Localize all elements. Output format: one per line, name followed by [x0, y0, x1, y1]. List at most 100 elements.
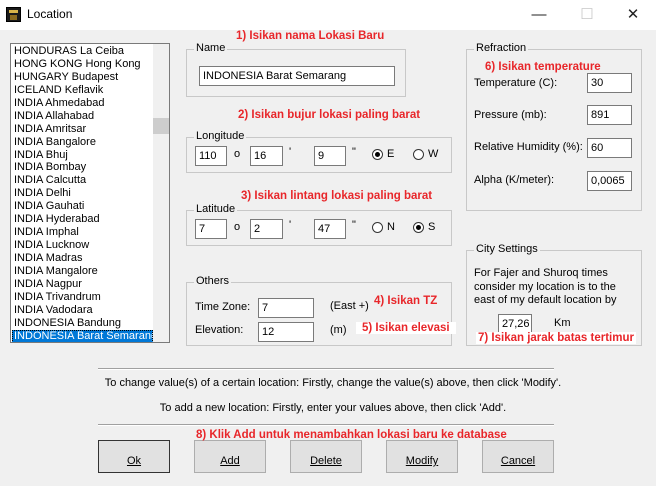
- separator-top: [98, 368, 554, 370]
- latitude-second-symbol: ": [352, 219, 356, 231]
- city-settings-group-label: City Settings: [474, 243, 540, 255]
- name-input[interactable]: INDONESIA Barat Semarang: [199, 66, 395, 86]
- east-distance-input[interactable]: 27,26: [498, 314, 532, 334]
- annotation-6: 6) Isikan temperature: [485, 61, 601, 73]
- close-icon[interactable]: ✕: [610, 0, 656, 30]
- latitude-degree-symbol: o: [234, 221, 241, 233]
- east-distance-unit: Km: [554, 317, 571, 329]
- ok-button[interactable]: Ok: [98, 440, 170, 473]
- longitude-minute-symbol: ': [289, 146, 292, 158]
- elevation-unit: (m): [330, 324, 347, 336]
- latitude-minutes-input[interactable]: 2: [250, 219, 283, 239]
- longitude-second-symbol: ": [352, 146, 356, 158]
- add-button[interactable]: Add: [194, 440, 266, 473]
- latitude-south-label: S: [428, 221, 436, 233]
- list-item[interactable]: INDIA Trivandrum: [12, 291, 153, 304]
- others-group: Others: [186, 275, 452, 346]
- humidity-input[interactable]: 60: [587, 138, 632, 158]
- list-item[interactable]: HONG KONG Hong Kong: [12, 58, 153, 71]
- list-item[interactable]: INDIA Bhuj: [12, 149, 153, 162]
- alpha-input[interactable]: 0,0065: [587, 171, 632, 191]
- ok-button-label: Ok: [126, 455, 142, 467]
- list-item[interactable]: INDIA Bangalore: [12, 136, 153, 149]
- longitude-east-label: E: [387, 148, 395, 160]
- annotation-3: 3) Isikan lintang lokasi paling barat: [241, 190, 433, 202]
- separator-bottom: [98, 424, 554, 426]
- latitude-seconds-input[interactable]: 47: [314, 219, 346, 239]
- pressure-input[interactable]: 891: [587, 105, 632, 125]
- list-item[interactable]: ICELAND Keflavik: [12, 84, 153, 97]
- list-item[interactable]: HUNGARY Budapest: [12, 71, 153, 84]
- latitude-group-label: Latitude: [194, 203, 238, 215]
- city-settings-line-2: consider my location is to the: [474, 280, 616, 293]
- list-item[interactable]: INDIA Madras: [12, 252, 153, 265]
- delete-button-label: Delete: [310, 455, 342, 467]
- pressure-label: Pressure (mb):: [474, 109, 547, 121]
- window-title: Location: [27, 7, 73, 21]
- list-scrollbar[interactable]: [153, 44, 169, 342]
- list-scroll-thumb[interactable]: [153, 118, 169, 134]
- latitude-south-radio[interactable]: [413, 222, 424, 233]
- list-item[interactable]: INDONESIA Bandung: [12, 317, 153, 330]
- add-instructions: To add a new location: Firstly, enter yo…: [159, 402, 507, 414]
- list-item[interactable]: INDIA Delhi: [12, 187, 153, 200]
- list-item[interactable]: INDIA Vadodara: [12, 304, 153, 317]
- modify-instructions: To change value(s) of a certain location…: [104, 377, 562, 389]
- location-listbox[interactable]: HONDURAS La Ceiba HONG KONG Hong Kong HUNG…: [10, 43, 170, 343]
- cancel-button[interactable]: Cancel: [482, 440, 554, 473]
- city-settings-line-1: For Fajer and Shuroq times: [474, 267, 608, 279]
- city-settings-description: For Fajer and Shuroq times consider my l…: [474, 267, 616, 308]
- delete-button[interactable]: Delete: [290, 440, 362, 473]
- annotation-7: 7) Isikan jarak batas tertimur: [476, 332, 636, 344]
- list-item[interactable]: INDIA Bombay: [12, 161, 153, 174]
- latitude-north-radio[interactable]: [372, 222, 383, 233]
- longitude-degrees-input[interactable]: 110: [195, 146, 227, 166]
- longitude-degree-symbol: o: [234, 148, 241, 160]
- temperature-label: Temperature (C):: [474, 77, 558, 89]
- annotation-8: 8) Klik Add untuk menambahkan lokasi bar…: [196, 429, 507, 441]
- longitude-west-radio[interactable]: [413, 149, 424, 160]
- maximize-icon: ☐: [580, 6, 594, 23]
- title-bar: Location — ☐ ✕: [0, 0, 656, 31]
- minimize-icon[interactable]: —: [516, 0, 562, 30]
- refraction-group-label: Refraction: [474, 42, 529, 54]
- list-item[interactable]: HONDURAS La Ceiba: [12, 45, 153, 58]
- modify-button-label: Modify: [405, 455, 439, 467]
- elevation-input[interactable]: 12: [258, 322, 314, 342]
- cancel-button-label: Cancel: [500, 455, 536, 467]
- city-settings-line-3: east of my default location by: [474, 294, 617, 306]
- list-item[interactable]: INDIA Calcutta: [12, 174, 153, 187]
- latitude-minute-symbol: ': [289, 219, 292, 231]
- alpha-label: Alpha (K/meter):: [474, 174, 555, 186]
- latitude-north-label: N: [387, 221, 395, 233]
- list-item[interactable]: INDONESIA Barat Semarang: [12, 329, 153, 342]
- list-item[interactable]: INDIA Imphal: [12, 226, 153, 239]
- list-item[interactable]: INDIA Gauhati: [12, 200, 153, 213]
- temperature-input[interactable]: 30: [587, 73, 632, 93]
- longitude-east-radio[interactable]: [372, 149, 383, 160]
- longitude-minutes-input[interactable]: 16: [250, 146, 283, 166]
- modify-button[interactable]: Modify: [386, 440, 458, 473]
- annotation-2: 2) Isikan bujur lokasi paling barat: [238, 109, 421, 121]
- list-item[interactable]: INDIA Amritsar: [12, 123, 153, 136]
- list-item[interactable]: INDIA Hyderabad: [12, 213, 153, 226]
- list-item[interactable]: INDIA Mangalore: [12, 265, 153, 278]
- name-group-label: Name: [194, 42, 228, 54]
- timezone-unit: (East +): [330, 300, 369, 312]
- location-list-items: HONDURAS La Ceiba HONG KONG Hong Kong HUNG…: [12, 45, 153, 342]
- list-item[interactable]: INDIA Nagpur: [12, 278, 153, 291]
- longitude-group-label: Longitude: [194, 130, 247, 142]
- latitude-degrees-input[interactable]: 7: [195, 219, 227, 239]
- elevation-label: Elevation:: [195, 324, 244, 336]
- add-button-label: Add: [220, 455, 240, 467]
- longitude-seconds-input[interactable]: 9: [314, 146, 346, 166]
- app-icon: [6, 7, 21, 22]
- list-item[interactable]: INDIA Ahmedabad: [12, 97, 153, 110]
- humidity-label: Relative Humidity (%):: [474, 141, 583, 153]
- timezone-label: Time Zone:: [195, 301, 251, 313]
- annotation-4: 4) Isikan TZ: [374, 295, 438, 307]
- annotation-5: 5) Isikan elevasi: [356, 322, 456, 334]
- list-item[interactable]: INDIA Lucknow: [12, 239, 153, 252]
- list-item[interactable]: INDIA Allahabad: [12, 110, 153, 123]
- timezone-input[interactable]: 7: [258, 298, 314, 318]
